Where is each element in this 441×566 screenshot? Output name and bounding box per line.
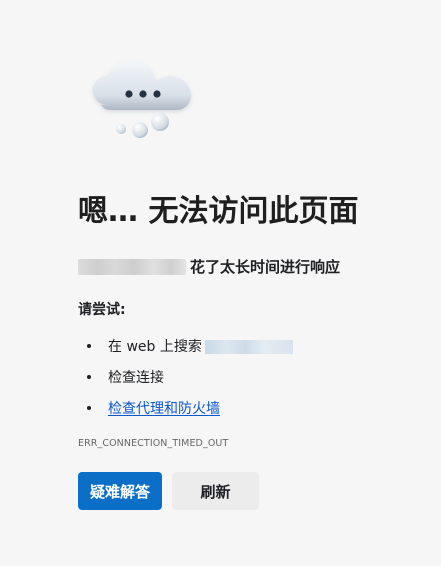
check-connection-text: 检查连接 [108,369,164,386]
timeout-message-text: 花了太长时间进行响应 [190,258,341,276]
suggestions-list: 在 web 上搜索 检查连接 检查代理和防火墙 [86,331,386,424]
page-title: 嗯… 无法访问此页面 [78,194,359,229]
list-bullet [87,344,91,348]
timeout-message: 花了太长时间进行响应 [78,256,340,278]
search-web-text: 在 web 上搜索 [108,338,202,355]
list-bullet [87,406,91,410]
suggestion-link-container[interactable]: 检查代理和防火墙 [108,399,220,419]
error-code: ERR_CONNECTION_TIMED_OUT [78,438,229,449]
suggestion-check-connection: 检查连接 [86,362,386,393]
cloud-ellipsis-icon [86,58,198,144]
error-page: 嗯… 无法访问此页面 花了太长时间进行响应 请尝试: 在 web 上搜索 检查连… [0,0,441,566]
suggestion-search-content: 在 web 上搜索 [108,337,293,357]
refresh-button[interactable]: 刷新 [172,472,259,510]
check-proxy-firewall-link[interactable]: 检查代理和防火墙 [108,399,220,419]
suggestion-search-web: 在 web 上搜索 [86,331,386,362]
list-bullet [87,375,91,379]
troubleshoot-button[interactable]: 疑难解答 [78,472,162,510]
suggestions-heading: 请尝试: [78,302,126,318]
redacted-hostname [78,259,186,275]
redacted-search-query [204,339,293,354]
suggestion-check-proxy-firewall[interactable]: 检查代理和防火墙 [86,393,386,424]
